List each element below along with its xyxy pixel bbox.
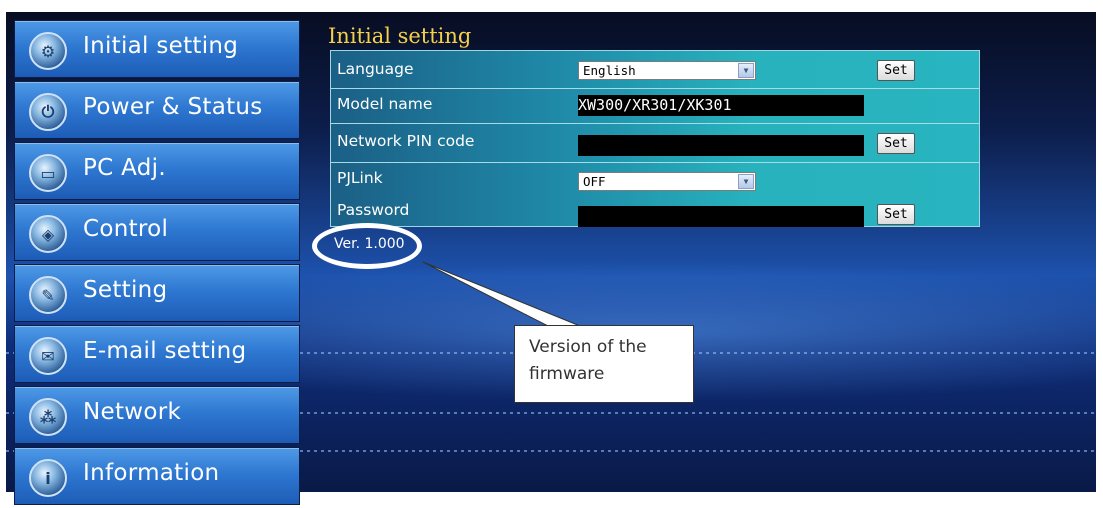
callout-text: Version of the firmware xyxy=(529,337,647,384)
callout-box: Version of the firmware xyxy=(514,325,694,403)
callout-pointer xyxy=(422,261,581,327)
